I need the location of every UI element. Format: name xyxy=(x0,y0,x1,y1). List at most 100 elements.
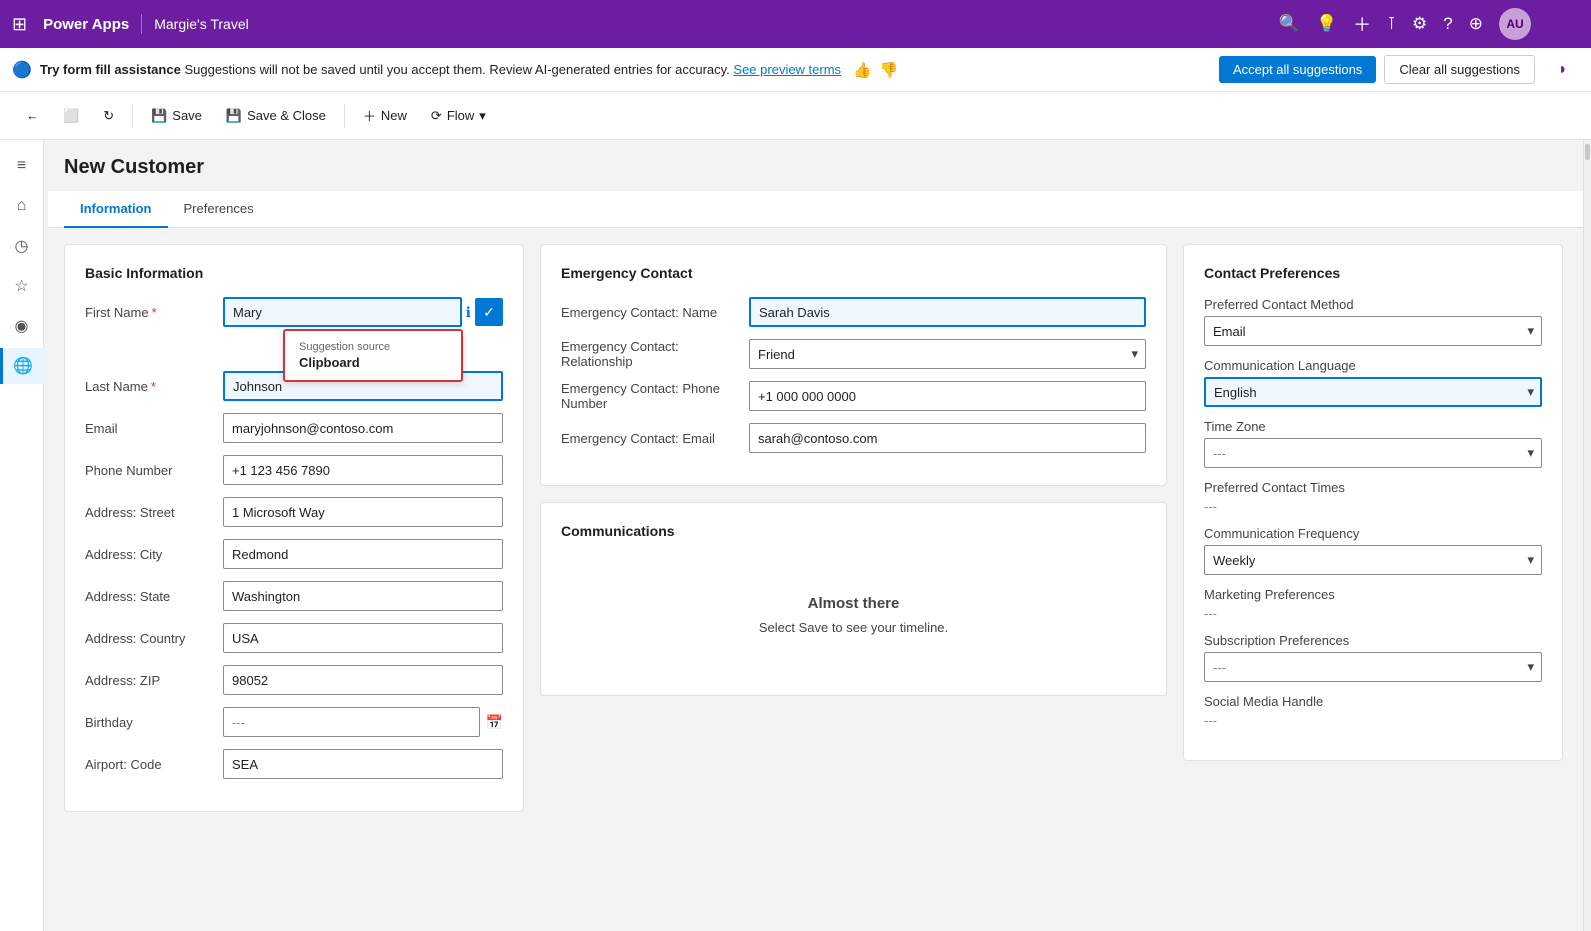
toolbar-separator-1 xyxy=(132,104,133,128)
main-content: New Customer Information Preferences Bas… xyxy=(44,140,1583,931)
ec-phone-row: Emergency Contact: PhoneNumber xyxy=(561,381,1146,411)
save-close-icon: 💾 xyxy=(226,108,242,124)
phone-input[interactable] xyxy=(223,455,503,485)
basic-info-section: Basic Information First Name * ℹ ✓ xyxy=(64,244,524,812)
thumbs-up-icon[interactable]: 👍 xyxy=(853,61,872,79)
timezone-select[interactable]: --- xyxy=(1204,438,1542,468)
tabs-bar: Information Preferences xyxy=(48,191,1583,228)
ec-phone-label: Emergency Contact: PhoneNumber xyxy=(561,381,741,411)
timezone-row: Time Zone --- ▾ xyxy=(1204,419,1542,468)
copilot-icon[interactable]: ⊕ xyxy=(1469,14,1483,34)
save-close-label: Save & Close xyxy=(247,108,326,123)
ec-email-input[interactable] xyxy=(749,423,1146,453)
app-title: Margie's Travel xyxy=(154,16,248,32)
first-name-input[interactable] xyxy=(223,297,462,327)
app-name: Power Apps xyxy=(43,16,129,33)
accept-all-btn[interactable]: Accept all suggestions xyxy=(1219,56,1376,83)
save-button[interactable]: 💾 Save xyxy=(141,102,212,130)
comm-frequency-select[interactable]: Weekly Monthly Daily xyxy=(1204,545,1542,575)
save-close-button[interactable]: 💾 Save & Close xyxy=(216,102,336,130)
first-name-label: First Name * xyxy=(85,305,215,320)
avatar[interactable]: AU xyxy=(1499,8,1531,40)
search-icon[interactable]: 🔍 xyxy=(1279,14,1300,34)
pop-out-icon: ⬜ xyxy=(63,108,79,124)
refresh-button[interactable]: ↻ xyxy=(93,102,124,130)
pref-times-label: Preferred Contact Times xyxy=(1204,480,1345,495)
comm-frequency-select-wrapper: Weekly Monthly Daily ▾ xyxy=(1204,545,1542,575)
sidebar-home-icon[interactable]: ⌂ xyxy=(4,188,40,224)
settings-icon[interactable]: ⚙ xyxy=(1412,14,1427,34)
sidebar-menu-toggle[interactable]: ≡ xyxy=(4,148,40,184)
pref-method-select[interactable]: Email Phone Mail xyxy=(1204,316,1542,346)
last-name-required: * xyxy=(151,379,156,394)
right-scrollbar[interactable] xyxy=(1583,140,1591,931)
banner-text: Try form fill assistance Suggestions wil… xyxy=(40,62,841,77)
email-label: Email xyxy=(85,421,215,436)
state-input[interactable] xyxy=(223,581,503,611)
banner-bold-text: Try form fill assistance xyxy=(40,62,181,77)
tab-information[interactable]: Information xyxy=(64,191,168,228)
country-input[interactable] xyxy=(223,623,503,653)
ec-phone-input[interactable] xyxy=(749,381,1146,411)
street-input[interactable] xyxy=(223,497,503,527)
pop-out-button[interactable]: ⬜ xyxy=(53,102,89,130)
timezone-label: Time Zone xyxy=(1204,419,1334,434)
zip-row: Address: ZIP xyxy=(85,665,503,695)
thumb-icons: 👍 👎 xyxy=(853,61,898,79)
sidebar-globe-icon[interactable]: 🌐 xyxy=(0,348,44,384)
timeline-section: Almost there Select Save to see your tim… xyxy=(561,555,1146,675)
popup-label: Suggestion source xyxy=(299,341,447,353)
email-input[interactable] xyxy=(223,413,503,443)
social-media-label: Social Media Handle xyxy=(1204,694,1334,709)
thumbs-down-icon[interactable]: 👎 xyxy=(880,61,899,79)
ec-relationship-select[interactable]: Friend Family Colleague Other xyxy=(749,339,1146,369)
first-name-row: First Name * ℹ ✓ Suggestion source Clipb… xyxy=(85,297,503,327)
city-input[interactable] xyxy=(223,539,503,569)
zip-label: Address: ZIP xyxy=(85,673,215,688)
comm-language-select[interactable]: English Spanish French xyxy=(1204,377,1542,407)
subscription-pref-label: Subscription Preferences xyxy=(1204,633,1349,648)
comm-language-row: Communication Language English Spanish F… xyxy=(1204,358,1542,407)
add-icon[interactable]: ＋ xyxy=(1353,11,1371,37)
email-row: Email xyxy=(85,413,503,443)
filter-icon[interactable]: ⊺ xyxy=(1387,14,1396,34)
flow-chevron-icon: ▾ xyxy=(479,108,486,124)
help-icon[interactable]: ? xyxy=(1443,14,1452,34)
page-title: New Customer xyxy=(64,156,1563,179)
sidebar-favorites-icon[interactable]: ☆ xyxy=(4,268,40,304)
phone-label: Phone Number xyxy=(85,463,215,478)
info-circle-icon[interactable]: ℹ xyxy=(466,304,471,321)
clear-all-btn[interactable]: Clear all suggestions xyxy=(1384,55,1535,84)
city-label: Address: City xyxy=(85,547,215,562)
marketing-pref-label: Marketing Preferences xyxy=(1204,587,1335,602)
lightbulb-icon[interactable]: 💡 xyxy=(1316,14,1337,34)
pref-method-row: Preferred Contact Method Email Phone Mai… xyxy=(1204,297,1542,346)
country-row: Address: Country xyxy=(85,623,503,653)
preview-terms-link[interactable]: See preview terms xyxy=(733,62,841,77)
airport-code-row: Airport: Code xyxy=(85,749,503,779)
ec-name-input[interactable] xyxy=(749,297,1146,327)
app-grid-icon[interactable]: ⊞ xyxy=(12,14,27,35)
suggestion-popup: Suggestion source Clipboard xyxy=(283,329,463,382)
back-button[interactable]: ← xyxy=(16,102,49,129)
new-button[interactable]: ＋ New xyxy=(353,100,417,131)
sidebar-recent-icon[interactable]: ◷ xyxy=(4,228,40,264)
timeline-subtitle: Select Save to see your timeline. xyxy=(581,620,1126,635)
new-icon: ＋ xyxy=(363,106,376,125)
pref-method-label: Preferred Contact Method xyxy=(1204,297,1354,312)
first-name-confirm-btn[interactable]: ✓ xyxy=(475,298,503,326)
sidebar-apps-icon[interactable]: ◉ xyxy=(4,308,40,344)
zip-input[interactable] xyxy=(223,665,503,695)
birthday-input[interactable] xyxy=(223,707,480,737)
subscription-pref-select[interactable]: --- xyxy=(1204,652,1542,682)
tab-preferences[interactable]: Preferences xyxy=(168,191,270,228)
flow-button[interactable]: ⟳ Flow ▾ xyxy=(421,102,496,130)
social-media-row: Social Media Handle --- xyxy=(1204,694,1542,728)
timeline-title: Almost there xyxy=(581,595,1126,612)
phone-row: Phone Number xyxy=(85,455,503,485)
calendar-icon[interactable]: 📅 xyxy=(486,714,503,731)
ec-relationship-select-wrapper: Friend Family Colleague Other ▾ xyxy=(749,339,1146,369)
ec-name-label: Emergency Contact: Name xyxy=(561,305,741,320)
emergency-contact-section: Emergency Contact Emergency Contact: Nam… xyxy=(540,244,1167,486)
airport-code-input[interactable] xyxy=(223,749,503,779)
